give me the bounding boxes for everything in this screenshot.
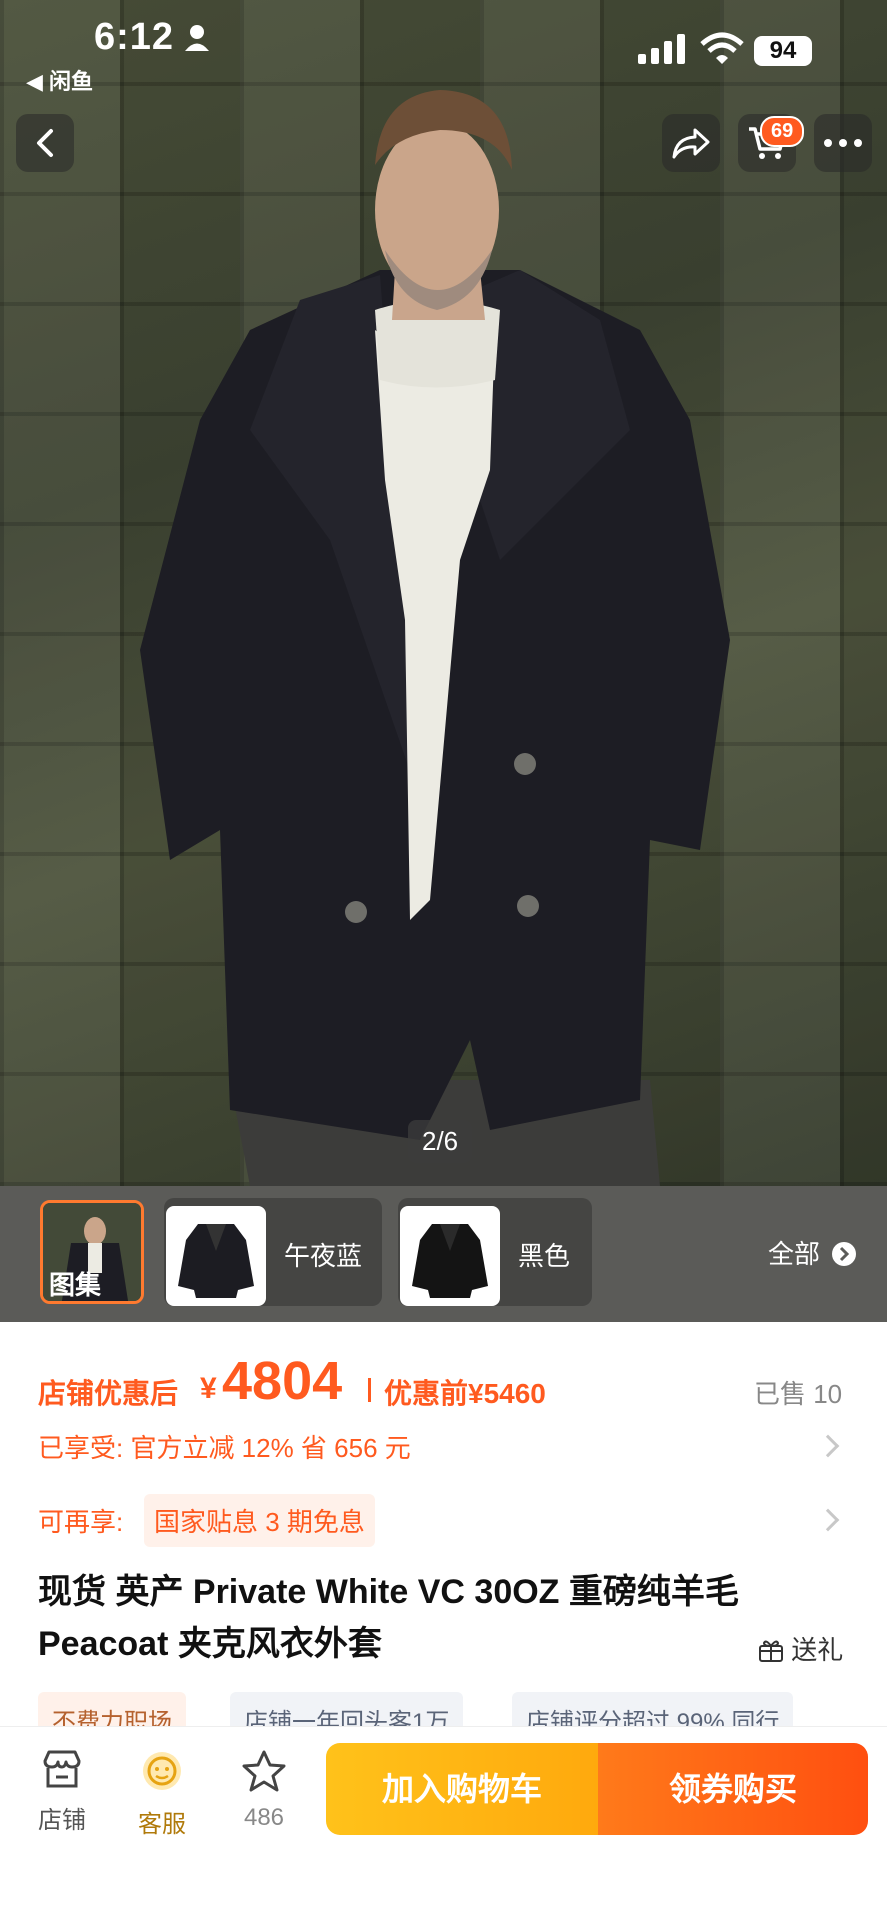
model-photo xyxy=(140,90,730,1186)
chip[interactable]: 不费力职场 xyxy=(38,1692,186,1726)
chevron-left-icon xyxy=(37,129,53,157)
status-bar: 6:12 ◀ 闲鱼 94 xyxy=(0,0,887,100)
store-button[interactable]: 店铺 xyxy=(22,1749,102,1835)
bottom-action-bar: 店铺 客服 486 加入购物车 领券购买 xyxy=(0,1726,887,1920)
chip[interactable]: 店铺评分超过 99% 同行 xyxy=(512,1692,794,1726)
back-to-app-link[interactable]: ◀ 闲鱼 xyxy=(26,64,93,96)
coat-icon xyxy=(412,1224,488,1298)
customer-service-button[interactable]: 客服 xyxy=(122,1749,202,1839)
price-separator xyxy=(368,1378,371,1402)
buy-now-button[interactable]: 领券购买 xyxy=(598,1743,868,1835)
star-icon xyxy=(242,1750,286,1792)
gift-button[interactable]: 送礼 xyxy=(758,1630,843,1667)
black-coat-image xyxy=(400,1206,500,1306)
person-icon xyxy=(185,25,209,51)
product-title-line1: 现货 英产 Private White VC 30OZ 重磅纯羊毛 xyxy=(38,1573,739,1611)
share-arrow-icon xyxy=(672,128,710,159)
favorite-count: 486 xyxy=(243,1804,285,1831)
can-enjoy-label: 可再享: xyxy=(38,1507,124,1537)
view-all-variants-link[interactable]: 全部 xyxy=(768,1234,857,1271)
gift-label: 送礼 xyxy=(791,1635,844,1665)
more-button[interactable] xyxy=(814,114,872,172)
thumb-gallery-label: 图集 xyxy=(49,1270,102,1300)
product-title: 现货 英产 Private White VC 30OZ 重磅纯羊毛 Peacoa… xyxy=(38,1566,838,1670)
chevron-right-circle-icon xyxy=(832,1242,857,1266)
cellular-signal-icon xyxy=(638,34,685,64)
store-label: 店铺 xyxy=(38,1807,86,1834)
gift-icon xyxy=(759,1640,783,1662)
variant-thumbnail-strip: 图集 午夜蓝 黑色 全部 xyxy=(0,1186,887,1322)
price-label: 店铺优惠后 xyxy=(38,1378,179,1409)
thumb-midnight-blue-label: 午夜蓝 xyxy=(284,1241,363,1271)
store-icon xyxy=(43,1750,81,1788)
chevron-right-icon xyxy=(816,1434,840,1458)
more-dots-icon xyxy=(824,139,862,147)
chip[interactable]: 店铺一年回头客1万 xyxy=(230,1692,464,1726)
product-title-line2: Peacoat 夹克风衣外套 xyxy=(38,1625,382,1663)
cart-count-badge: 69 xyxy=(760,116,805,147)
thumb-midnight-blue[interactable]: 午夜蓝 xyxy=(164,1198,382,1306)
highlight-chips: 不费力职场 店铺一年回头客1万 店铺评分超过 99% 同行 xyxy=(38,1692,858,1726)
back-button[interactable] xyxy=(16,114,74,172)
status-time: 6:12 xyxy=(94,16,175,58)
chevron-right-icon xyxy=(816,1508,840,1532)
subsidy-tag: 国家贴息 3 期免息 xyxy=(144,1494,375,1547)
thumb-black[interactable]: 黑色 xyxy=(398,1198,592,1306)
sold-count: 已售 10 xyxy=(754,1379,843,1409)
customer-service-icon xyxy=(143,1752,181,1790)
thumb-black-label: 黑色 xyxy=(518,1241,571,1271)
add-to-cart-button[interactable]: 加入购物车 xyxy=(326,1743,598,1835)
thumb-gallery[interactable]: 图集 xyxy=(40,1200,144,1304)
wifi-icon xyxy=(700,32,744,64)
product-main-image[interactable] xyxy=(0,0,887,1186)
view-all-label: 全部 xyxy=(768,1239,821,1269)
favorite-button[interactable]: 486 xyxy=(224,1749,304,1832)
share-button[interactable] xyxy=(662,114,720,172)
midnight-blue-coat-image xyxy=(166,1206,266,1306)
currency-symbol: ¥ xyxy=(200,1372,217,1405)
price-row: 店铺优惠后 ¥ 4804 优惠前¥5460 已售 10 xyxy=(38,1350,858,1420)
coat-icon xyxy=(178,1224,254,1298)
customer-service-label: 客服 xyxy=(138,1811,186,1838)
image-pager: 2/6 xyxy=(408,1120,473,1163)
price-amount: 4804 xyxy=(222,1351,343,1411)
battery-indicator: 94 xyxy=(754,36,812,66)
original-price: 优惠前¥5460 xyxy=(384,1378,546,1409)
enjoyed-discount-text: 已享受: 官方立减 12% 省 656 元 xyxy=(38,1433,411,1463)
